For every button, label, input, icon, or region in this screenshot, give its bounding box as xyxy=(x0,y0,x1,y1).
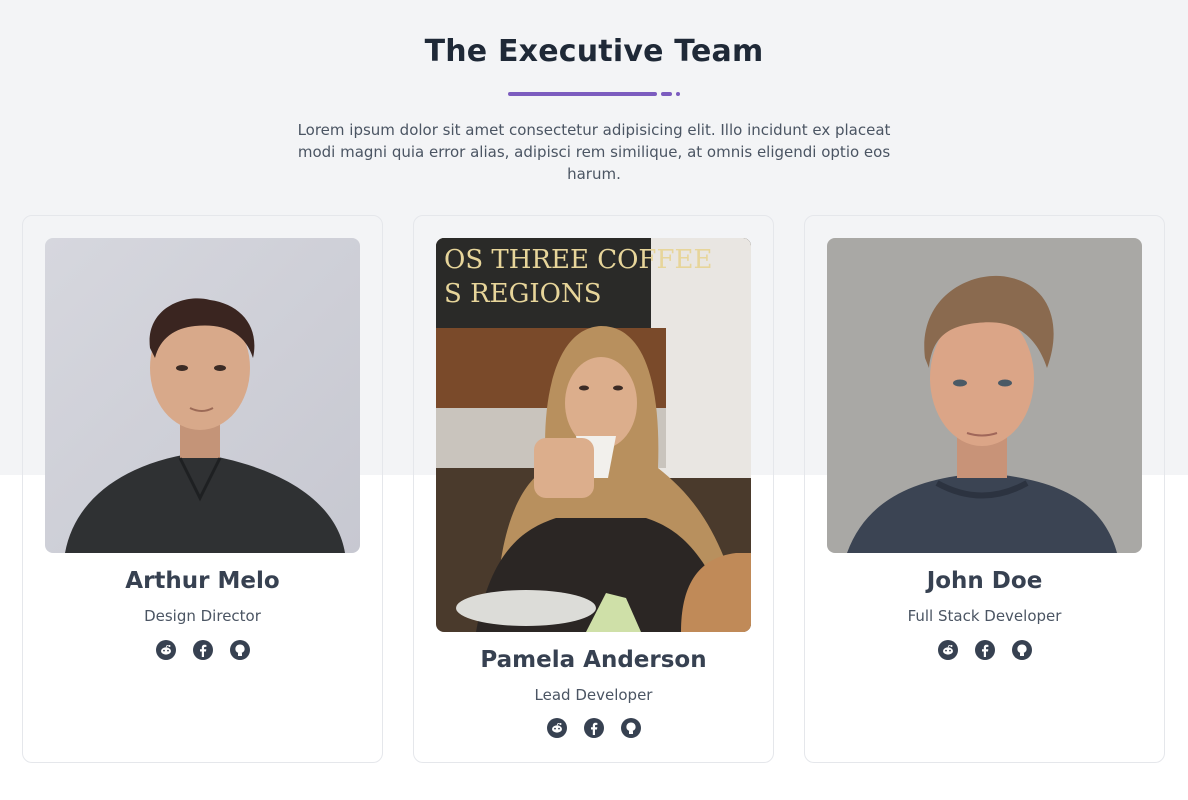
member-photo xyxy=(45,238,360,553)
team-card-john-doe: John Doe Full Stack Developer xyxy=(804,215,1165,763)
section-title: The Executive Team xyxy=(424,34,764,69)
svg-text:S REGIONS: S REGIONS xyxy=(444,279,602,309)
team-card-pamela-anderson: OS THREE COFFEE S REGIONS Pamela Anderso… xyxy=(413,215,774,763)
team-card-arthur-melo: Arthur Melo Design Director xyxy=(22,215,383,763)
member-role: Lead Developer xyxy=(534,686,653,704)
team-section: The Executive Team Lorem ipsum dolor sit… xyxy=(0,0,1188,800)
member-role: Design Director xyxy=(144,607,261,625)
github-icon[interactable] xyxy=(229,640,250,660)
github-icon[interactable] xyxy=(1011,640,1032,660)
member-name: Arthur Melo xyxy=(125,568,280,594)
section-intro: Lorem ipsum dolor sit amet consectetur a… xyxy=(297,121,891,183)
github-icon[interactable] xyxy=(620,718,641,738)
reddit-icon[interactable] xyxy=(546,718,567,738)
facebook-icon[interactable] xyxy=(583,718,604,738)
social-links xyxy=(414,718,773,738)
reddit-icon[interactable] xyxy=(155,640,176,660)
member-photo xyxy=(827,238,1142,553)
facebook-icon[interactable] xyxy=(192,640,213,660)
social-links xyxy=(805,640,1164,660)
social-links xyxy=(23,640,382,660)
member-role: Full Stack Developer xyxy=(907,607,1062,625)
member-name: John Doe xyxy=(926,568,1043,594)
photo-sign-text: OS THREE COFFEE xyxy=(444,245,712,275)
member-photo: OS THREE COFFEE S REGIONS xyxy=(436,238,751,632)
member-name: Pamela Anderson xyxy=(480,647,707,673)
reddit-icon[interactable] xyxy=(937,640,958,660)
facebook-icon[interactable] xyxy=(974,640,995,660)
